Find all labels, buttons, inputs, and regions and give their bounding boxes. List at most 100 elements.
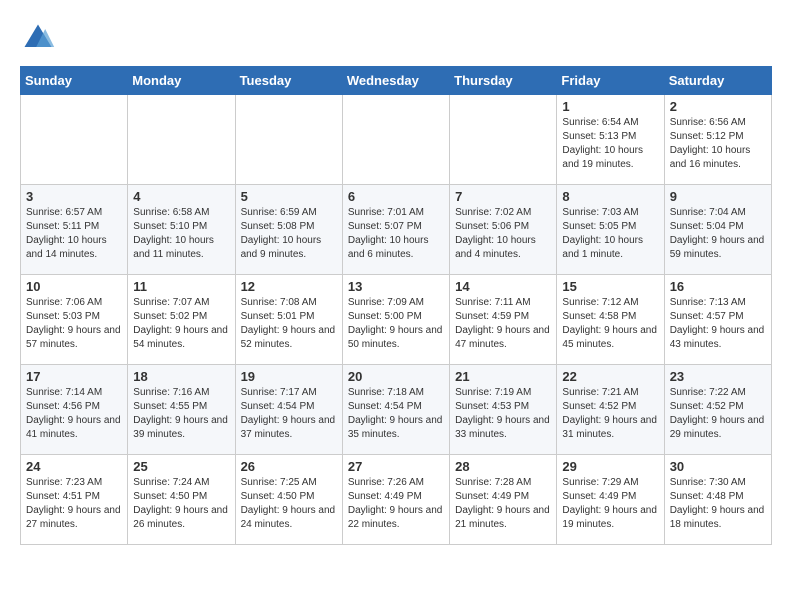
calendar-week-row: 10 Sunrise: 7:06 AM Sunset: 5:03 PM Dayli… <box>21 275 772 365</box>
day-number: 3 <box>26 189 122 204</box>
day-info: Sunrise: 7:30 AM Sunset: 4:48 PM Dayligh… <box>670 476 766 532</box>
day-info: Sunrise: 7:24 AM Sunset: 4:50 PM Dayligh… <box>133 476 229 532</box>
calendar-table: SundayMondayTuesdayWednesdayThursdayFrid… <box>20 66 772 545</box>
calendar-cell: 21 Sunrise: 7:19 AM Sunset: 4:53 PM Dayli… <box>450 365 557 455</box>
calendar-cell: 27 Sunrise: 7:26 AM Sunset: 4:49 PM Dayli… <box>342 455 449 545</box>
day-info: Sunrise: 7:11 AM Sunset: 4:59 PM Dayligh… <box>455 296 551 352</box>
day-info: Sunrise: 7:07 AM Sunset: 5:02 PM Dayligh… <box>133 296 229 352</box>
calendar-cell: 23 Sunrise: 7:22 AM Sunset: 4:52 PM Dayli… <box>664 365 771 455</box>
day-number: 9 <box>670 189 766 204</box>
calendar-cell: 13 Sunrise: 7:09 AM Sunset: 5:00 PM Dayli… <box>342 275 449 365</box>
calendar-body: 1Sunrise: 6:54 AM Sunset: 5:13 PM Daylig… <box>21 95 772 545</box>
page-header <box>20 20 772 56</box>
day-info: Sunrise: 7:25 AM Sunset: 4:50 PM Dayligh… <box>241 476 337 532</box>
day-info: Sunrise: 7:04 AM Sunset: 5:04 PM Dayligh… <box>670 206 766 262</box>
calendar-cell <box>128 95 235 185</box>
calendar-week-row: 17 Sunrise: 7:14 AM Sunset: 4:56 PM Dayli… <box>21 365 772 455</box>
calendar-cell: 24Sunrise: 7:23 AM Sunset: 4:51 PM Dayli… <box>21 455 128 545</box>
day-info: Sunrise: 7:16 AM Sunset: 4:55 PM Dayligh… <box>133 386 229 442</box>
weekday-header: Wednesday <box>342 67 449 95</box>
day-info: Sunrise: 6:58 AM Sunset: 5:10 PM Dayligh… <box>133 206 229 262</box>
day-number: 10 <box>26 279 122 294</box>
calendar-cell: 18 Sunrise: 7:16 AM Sunset: 4:55 PM Dayli… <box>128 365 235 455</box>
day-info: Sunrise: 7:01 AM Sunset: 5:07 PM Dayligh… <box>348 206 444 262</box>
logo-icon <box>20 20 56 56</box>
weekday-header-row: SundayMondayTuesdayWednesdayThursdayFrid… <box>21 67 772 95</box>
day-info: Sunrise: 7:14 AM Sunset: 4:56 PM Dayligh… <box>26 386 122 442</box>
calendar-cell: 15 Sunrise: 7:12 AM Sunset: 4:58 PM Dayli… <box>557 275 664 365</box>
day-number: 20 <box>348 369 444 384</box>
day-number: 28 <box>455 459 551 474</box>
day-number: 15 <box>562 279 658 294</box>
weekday-header: Tuesday <box>235 67 342 95</box>
calendar-cell: 7 Sunrise: 7:02 AM Sunset: 5:06 PM Daylig… <box>450 185 557 275</box>
day-number: 30 <box>670 459 766 474</box>
calendar-cell: 25 Sunrise: 7:24 AM Sunset: 4:50 PM Dayli… <box>128 455 235 545</box>
calendar-cell: 16Sunrise: 7:13 AM Sunset: 4:57 PM Dayli… <box>664 275 771 365</box>
calendar-cell: 26 Sunrise: 7:25 AM Sunset: 4:50 PM Dayli… <box>235 455 342 545</box>
day-number: 29 <box>562 459 658 474</box>
day-info: Sunrise: 6:59 AM Sunset: 5:08 PM Dayligh… <box>241 206 337 262</box>
day-number: 25 <box>133 459 229 474</box>
calendar-cell <box>21 95 128 185</box>
day-number: 7 <box>455 189 551 204</box>
calendar-cell <box>235 95 342 185</box>
calendar-week-row: 1Sunrise: 6:54 AM Sunset: 5:13 PM Daylig… <box>21 95 772 185</box>
day-number: 18 <box>133 369 229 384</box>
calendar-cell: 17 Sunrise: 7:14 AM Sunset: 4:56 PM Dayli… <box>21 365 128 455</box>
day-info: Sunrise: 7:13 AM Sunset: 4:57 PM Dayligh… <box>670 296 766 352</box>
calendar-cell: 19 Sunrise: 7:17 AM Sunset: 4:54 PM Dayli… <box>235 365 342 455</box>
weekday-header: Sunday <box>21 67 128 95</box>
day-info: Sunrise: 7:21 AM Sunset: 4:52 PM Dayligh… <box>562 386 658 442</box>
calendar-cell <box>342 95 449 185</box>
day-number: 22 <box>562 369 658 384</box>
day-info: Sunrise: 7:12 AM Sunset: 4:58 PM Dayligh… <box>562 296 658 352</box>
day-info: Sunrise: 7:19 AM Sunset: 4:53 PM Dayligh… <box>455 386 551 442</box>
day-number: 13 <box>348 279 444 294</box>
calendar-cell: 14Sunrise: 7:11 AM Sunset: 4:59 PM Dayli… <box>450 275 557 365</box>
day-number: 23 <box>670 369 766 384</box>
day-info: Sunrise: 6:57 AM Sunset: 5:11 PM Dayligh… <box>26 206 122 262</box>
calendar-cell: 30 Sunrise: 7:30 AM Sunset: 4:48 PM Dayli… <box>664 455 771 545</box>
day-number: 11 <box>133 279 229 294</box>
day-number: 27 <box>348 459 444 474</box>
weekday-header: Thursday <box>450 67 557 95</box>
day-info: Sunrise: 7:02 AM Sunset: 5:06 PM Dayligh… <box>455 206 551 262</box>
day-number: 26 <box>241 459 337 474</box>
logo <box>20 20 62 56</box>
calendar-cell: 20 Sunrise: 7:18 AM Sunset: 4:54 PM Dayli… <box>342 365 449 455</box>
day-info: Sunrise: 7:06 AM Sunset: 5:03 PM Dayligh… <box>26 296 122 352</box>
day-info: Sunrise: 7:18 AM Sunset: 4:54 PM Dayligh… <box>348 386 444 442</box>
day-number: 21 <box>455 369 551 384</box>
day-number: 17 <box>26 369 122 384</box>
day-number: 4 <box>133 189 229 204</box>
calendar-cell: 9 Sunrise: 7:04 AM Sunset: 5:04 PM Daylig… <box>664 185 771 275</box>
calendar-cell: 5 Sunrise: 6:59 AM Sunset: 5:08 PM Daylig… <box>235 185 342 275</box>
day-info: Sunrise: 6:56 AM Sunset: 5:12 PM Dayligh… <box>670 116 766 172</box>
calendar-week-row: 24Sunrise: 7:23 AM Sunset: 4:51 PM Dayli… <box>21 455 772 545</box>
calendar-cell: 6Sunrise: 7:01 AM Sunset: 5:07 PM Daylig… <box>342 185 449 275</box>
day-number: 1 <box>562 99 658 114</box>
day-number: 12 <box>241 279 337 294</box>
calendar-cell: 2 Sunrise: 6:56 AM Sunset: 5:12 PM Daylig… <box>664 95 771 185</box>
day-info: Sunrise: 7:28 AM Sunset: 4:49 PM Dayligh… <box>455 476 551 532</box>
weekday-header: Friday <box>557 67 664 95</box>
calendar-week-row: 3 Sunrise: 6:57 AM Sunset: 5:11 PM Daylig… <box>21 185 772 275</box>
day-info: Sunrise: 7:26 AM Sunset: 4:49 PM Dayligh… <box>348 476 444 532</box>
calendar-cell: 4 Sunrise: 6:58 AM Sunset: 5:10 PM Daylig… <box>128 185 235 275</box>
day-number: 5 <box>241 189 337 204</box>
day-info: Sunrise: 7:03 AM Sunset: 5:05 PM Dayligh… <box>562 206 658 262</box>
day-number: 19 <box>241 369 337 384</box>
calendar-cell: 29Sunrise: 7:29 AM Sunset: 4:49 PM Dayli… <box>557 455 664 545</box>
calendar-cell: 3 Sunrise: 6:57 AM Sunset: 5:11 PM Daylig… <box>21 185 128 275</box>
calendar-cell: 8Sunrise: 7:03 AM Sunset: 5:05 PM Daylig… <box>557 185 664 275</box>
day-number: 2 <box>670 99 766 114</box>
calendar-header: SundayMondayTuesdayWednesdayThursdayFrid… <box>21 67 772 95</box>
calendar-cell: 1Sunrise: 6:54 AM Sunset: 5:13 PM Daylig… <box>557 95 664 185</box>
day-info: Sunrise: 7:23 AM Sunset: 4:51 PM Dayligh… <box>26 476 122 532</box>
calendar-cell: 28 Sunrise: 7:28 AM Sunset: 4:49 PM Dayli… <box>450 455 557 545</box>
day-info: Sunrise: 7:09 AM Sunset: 5:00 PM Dayligh… <box>348 296 444 352</box>
day-info: Sunrise: 7:17 AM Sunset: 4:54 PM Dayligh… <box>241 386 337 442</box>
day-info: Sunrise: 7:22 AM Sunset: 4:52 PM Dayligh… <box>670 386 766 442</box>
calendar-cell: 11 Sunrise: 7:07 AM Sunset: 5:02 PM Dayli… <box>128 275 235 365</box>
